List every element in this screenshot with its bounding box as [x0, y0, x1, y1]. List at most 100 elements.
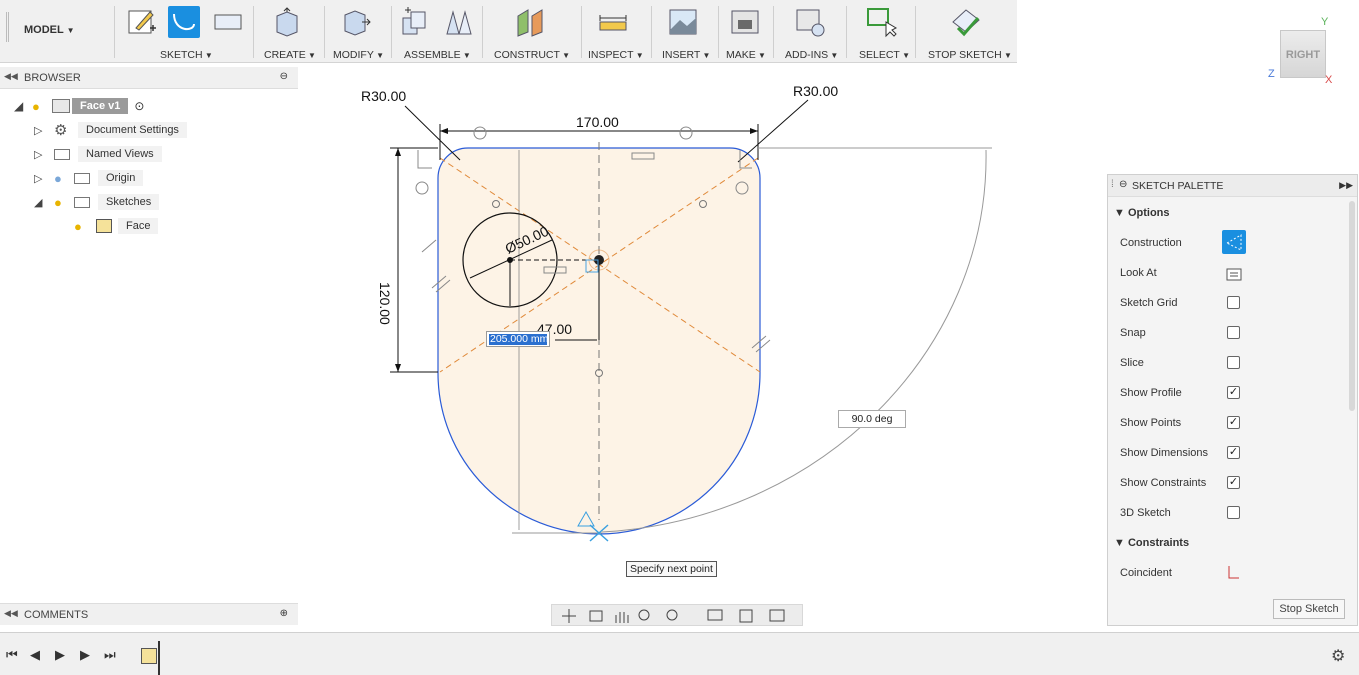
palette-grip-icon[interactable]: ⁞ — [1111, 179, 1114, 190]
browser-item-named-views[interactable]: ▷ Named Views — [34, 145, 162, 163]
show-dimensions-checkbox[interactable]: ✓ — [1227, 446, 1240, 459]
collapse-triangle-icon[interactable]: ◢ — [34, 196, 54, 209]
expand-triangle-icon[interactable]: ▷ — [34, 172, 54, 185]
browser-item-label: Face v1 — [72, 98, 129, 114]
inspect-menu[interactable]: INSPECT ▼ — [588, 49, 644, 61]
go-to-start-icon[interactable]: ⏮ — [6, 647, 18, 663]
collapse-panel-icon[interactable]: ◀◀ — [4, 71, 18, 82]
addins-menu[interactable]: ADD-INS ▼ — [785, 49, 838, 61]
length-input[interactable]: 205.000 mm — [486, 331, 550, 347]
workspace-label: MODEL — [24, 24, 64, 36]
new-component-icon[interactable] — [399, 6, 431, 38]
stop-sketch-menu[interactable]: STOP SKETCH ▼ — [928, 49, 1012, 61]
select-icon[interactable] — [866, 6, 898, 38]
browser-item-face-sketch[interactable]: ● Face — [74, 217, 159, 235]
component-icon — [52, 99, 70, 113]
look-at-icon[interactable] — [1225, 264, 1243, 282]
create-menu[interactable]: CREATE ▼ — [264, 49, 316, 61]
extrude-icon[interactable] — [271, 6, 303, 38]
insert-image-icon[interactable] — [667, 6, 699, 38]
workspace-switcher[interactable]: MODEL ▼ — [24, 24, 75, 36]
axis-y-label: Y — [1321, 16, 1329, 28]
lightbulb-icon[interactable]: ● — [54, 195, 74, 210]
panel-toggle-icon[interactable]: ⊖ — [1119, 179, 1127, 190]
expand-triangle-icon[interactable]: ▷ — [34, 148, 54, 161]
browser-item-label: Named Views — [78, 146, 162, 162]
offset-plane-icon[interactable] — [514, 6, 546, 38]
stop-sketch-button[interactable]: Stop Sketch — [1273, 599, 1345, 619]
toolbar-divider — [915, 6, 916, 58]
diameter-dimension: Ø50.00 — [503, 223, 552, 257]
lightbulb-icon[interactable]: ● — [54, 171, 74, 186]
toolbar-divider — [773, 6, 774, 58]
browser-item-label: Face — [118, 218, 159, 234]
step-back-icon[interactable]: ◀ — [30, 647, 40, 663]
3d-print-icon[interactable] — [729, 6, 761, 38]
sketch-grid-checkbox[interactable] — [1227, 296, 1240, 309]
slice-checkbox[interactable] — [1227, 356, 1240, 369]
measure-icon[interactable] — [597, 6, 629, 38]
browser-title: BROWSER — [24, 72, 81, 84]
show-points-checkbox[interactable]: ✓ — [1227, 416, 1240, 429]
play-icon[interactable]: ▶ — [55, 647, 65, 663]
panel-toggle-icon[interactable]: ⊖ — [280, 71, 288, 82]
activate-radio-icon[interactable]: ⊙ — [134, 99, 144, 113]
construction-toggle[interactable] — [1222, 230, 1246, 254]
browser-item-origin[interactable]: ▷ ● Origin — [34, 169, 144, 187]
gear-icon[interactable]: ⚙ — [1331, 646, 1345, 666]
grid-settings-icon — [739, 609, 753, 623]
sketch-icon — [96, 219, 112, 233]
expand-triangle-icon[interactable]: ▷ — [34, 124, 54, 137]
view-cube-face[interactable]: RIGHT — [1280, 30, 1326, 78]
press-pull-icon[interactable] — [340, 6, 372, 38]
collapse-triangle-icon[interactable]: ◢ — [14, 99, 32, 113]
timeline-sketch-feature[interactable] — [141, 648, 157, 664]
fusion-app: MODEL ▼ SKETCH ▼ CREATE ▼ MODIFY ▼ ASSEM… — [0, 0, 1359, 675]
browser-item-face-v1[interactable]: ◢ ● Face v1 ⊙ — [14, 97, 144, 115]
joint-icon[interactable] — [443, 6, 475, 38]
palette-header[interactable]: ⁞ ⊖ SKETCH PALETTE ▶▶ — [1108, 175, 1357, 197]
select-menu[interactable]: SELECT ▼ — [859, 49, 910, 61]
insert-menu[interactable]: INSERT ▼ — [662, 49, 710, 61]
toolbar-divider — [324, 6, 325, 58]
show-dimensions-label: Show Dimensions — [1120, 447, 1209, 459]
angle-input[interactable]: 90.0 deg — [838, 410, 906, 428]
browser-item-sketches[interactable]: ◢ ● Sketches — [34, 193, 160, 211]
show-profile-checkbox[interactable]: ✓ — [1227, 386, 1240, 399]
create-sketch-icon[interactable] — [126, 6, 158, 38]
constraints-section[interactable]: ▼ Constraints — [1114, 537, 1189, 549]
browser-item-document-settings[interactable]: ▷ ⚙ Document Settings — [34, 121, 187, 139]
rectangle-tool-icon[interactable] — [212, 6, 244, 38]
make-menu[interactable]: MAKE ▼ — [726, 49, 766, 61]
stop-sketch-icon[interactable] — [950, 6, 982, 38]
length-input-value[interactable]: 205.000 mm — [489, 334, 548, 345]
toolbar-divider — [391, 6, 392, 58]
lightbulb-icon[interactable]: ● — [74, 219, 96, 234]
3d-sketch-checkbox[interactable] — [1227, 506, 1240, 519]
lightbulb-icon[interactable]: ● — [32, 99, 52, 114]
collapse-panel-icon[interactable]: ◀◀ — [4, 608, 18, 619]
toolbar-grip[interactable] — [6, 12, 9, 42]
go-to-end-icon[interactable]: ⏭ — [104, 647, 116, 663]
add-comment-icon[interactable]: ⊕ — [280, 608, 288, 619]
arc-tool-icon[interactable] — [168, 6, 200, 38]
snap-checkbox[interactable] — [1227, 326, 1240, 339]
coincident-icon[interactable] — [1225, 564, 1241, 580]
step-forward-icon[interactable]: ▶ — [80, 647, 90, 663]
options-section[interactable]: ▼ Options — [1114, 207, 1170, 219]
timeline-marker[interactable] — [158, 641, 160, 675]
expand-panel-icon[interactable]: ▶▶ — [1339, 180, 1353, 191]
construct-menu[interactable]: CONSTRUCT ▼ — [494, 49, 570, 61]
snap-label: Snap — [1120, 327, 1146, 339]
view-cube[interactable]: RIGHT Y Z X — [1268, 16, 1340, 86]
assemble-menu[interactable]: ASSEMBLE ▼ — [404, 49, 471, 61]
show-constraints-checkbox[interactable]: ✓ — [1227, 476, 1240, 489]
sketch-grid-label: Sketch Grid — [1120, 297, 1178, 309]
toolbar-divider — [581, 6, 582, 58]
browser-header: ◀◀ BROWSER ⊖ — [0, 67, 298, 89]
slice-label: Slice — [1120, 357, 1144, 369]
palette-scrollbar[interactable] — [1349, 201, 1355, 411]
scripts-icon[interactable] — [794, 6, 826, 38]
modify-menu[interactable]: MODIFY ▼ — [333, 49, 384, 61]
sketch-menu[interactable]: SKETCH ▼ — [160, 49, 213, 61]
